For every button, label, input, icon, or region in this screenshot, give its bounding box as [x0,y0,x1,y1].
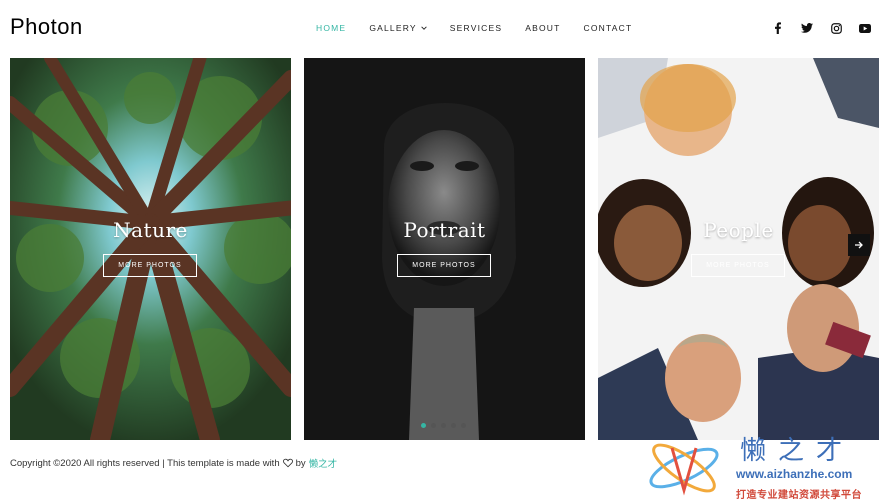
author-link[interactable]: 懒之才 [309,456,338,470]
woman-portrait-photo [304,58,585,440]
slider-dot[interactable] [451,423,456,428]
more-photos-button[interactable]: MORE PHOTOS [397,254,491,277]
twitter-icon[interactable] [801,22,813,34]
nav-about[interactable]: ABOUT [525,23,560,33]
main-nav: HOME GALLERY SERVICES ABOUT CONTACT [316,23,655,33]
watermark-tagline: 打造专业建站资源共享平台 [736,490,862,501]
youtube-icon[interactable] [859,22,871,34]
next-slide-button[interactable] [848,234,870,256]
instagram-icon[interactable] [830,22,842,34]
slide-portrait[interactable]: Portrait MORE PHOTOS [304,58,585,440]
slide-nature[interactable]: Nature MORE PHOTOS [10,58,291,440]
more-photos-button[interactable]: MORE PHOTOS [103,254,197,277]
chevron-down-icon [421,26,427,30]
more-photos-button[interactable]: MORE PHOTOS [691,254,785,277]
nav-gallery[interactable]: GALLERY [369,23,427,33]
site-header: Photon HOME GALLERY SERVICES ABOUT CONTA… [0,0,888,58]
brand-logo[interactable]: Photon [10,14,83,40]
slide-title: Nature [113,218,188,242]
nav-services[interactable]: SERVICES [450,23,502,33]
heart-icon [282,458,293,468]
slider-dot[interactable] [461,423,466,428]
group-faces-photo [598,58,879,440]
site-footer: Copyright ©2020 All rights reserved | Th… [10,456,338,471]
arrow-right-icon [855,241,863,249]
nav-home[interactable]: HOME [316,23,346,33]
slider-dot[interactable] [431,423,436,428]
watermark-url: www.aizhanzhe.com [736,467,853,481]
slider-dot[interactable] [441,423,446,428]
gallery-slider: Nature MORE PHOTOS Portrait MORE PHOTOS [0,58,888,440]
facebook-icon[interactable] [772,22,784,34]
slider-dot[interactable] [421,423,426,428]
slider-dots [421,423,471,428]
by-text: by [295,457,306,469]
slide-people[interactable]: People MORE PHOTOS [598,58,879,440]
forest-canopy-photo [10,58,291,440]
slide-title: Portrait [403,218,486,242]
nav-contact[interactable]: CONTACT [584,23,633,33]
copyright-text: Copyright ©2020 All rights reserved | Th… [10,457,280,469]
watermark-title: 懒之才 [740,436,855,466]
social-links [772,22,888,34]
slide-title: People [703,218,774,242]
